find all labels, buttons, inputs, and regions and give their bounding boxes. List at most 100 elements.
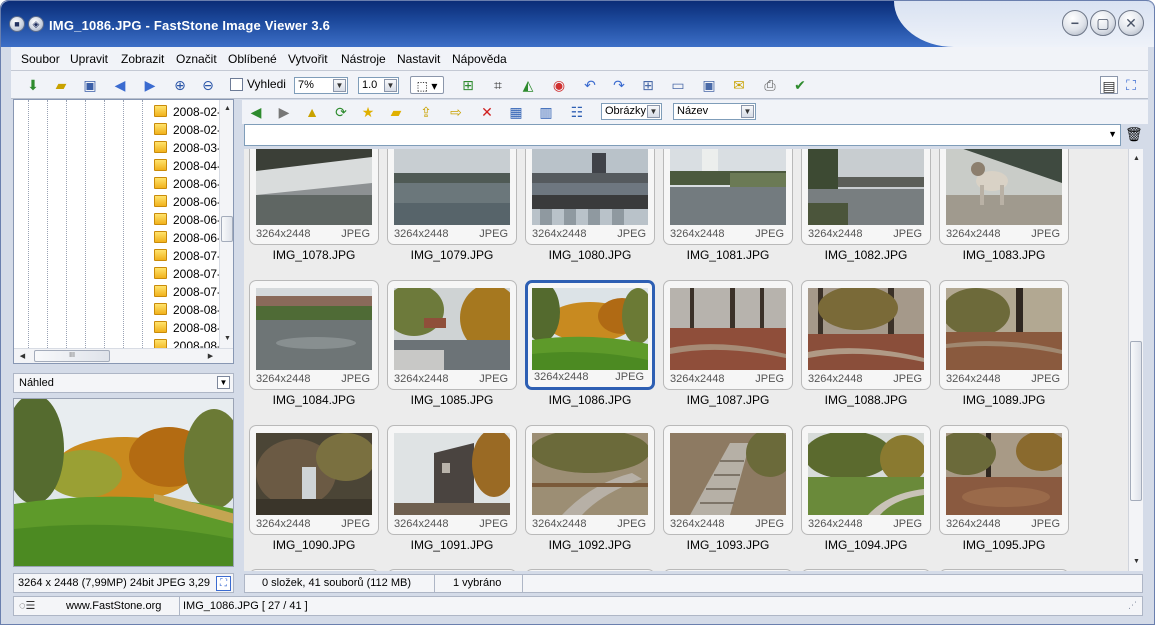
thumbnail-card[interactable]: 3264x2448 JPEG xyxy=(663,149,793,245)
thumbnail-item[interactable]: 3264x2448 JPEG IMG_1079.JPG xyxy=(387,149,517,280)
thumbnail-image[interactable] xyxy=(808,288,924,370)
new-folder-icon[interactable]: ▰ xyxy=(387,103,405,121)
scroll-right-icon[interactable]: ▶ xyxy=(204,350,217,363)
thumbnail-item[interactable]: 3264x2448 JPEG IMG_1091.JPG xyxy=(387,425,517,570)
minimize-button[interactable]: − xyxy=(1062,10,1088,36)
thumbnail-image[interactable] xyxy=(256,149,372,225)
sort-combo[interactable]: Název ▼ xyxy=(673,103,756,120)
back-icon[interactable]: ◀ xyxy=(247,103,265,121)
thumbnail-card[interactable]: 3264x2448 JPEG xyxy=(939,280,1069,390)
next-icon[interactable]: ▶ xyxy=(141,76,159,94)
details-view-icon[interactable]: ☷ xyxy=(568,103,586,121)
thumbnail-item-partial[interactable] xyxy=(939,569,1069,571)
path-input[interactable]: ▼ xyxy=(244,124,1121,146)
menu-zobrazit[interactable]: Zobrazit xyxy=(121,52,164,66)
thumbnail-image[interactable] xyxy=(808,433,924,515)
thumbnail-item-partial[interactable] xyxy=(525,569,655,571)
scroll-thumb[interactable]: III xyxy=(34,350,110,362)
thumbnail-card[interactable]: 3264x2448 JPEG xyxy=(663,280,793,390)
thumbnail-item-partial[interactable] xyxy=(663,569,793,571)
rotate-right-icon[interactable]: ↷ xyxy=(610,76,628,94)
menu-nastavit[interactable]: Nastavit xyxy=(397,52,440,66)
settings-check-icon[interactable]: ✔ xyxy=(791,76,809,94)
thumbnail-scrollbar[interactable]: ▲ ▼ xyxy=(1128,149,1143,571)
maximize-button[interactable]: ▢ xyxy=(1090,10,1116,36)
menu-soubor[interactable]: Soubor xyxy=(21,52,60,66)
system-menu-icon[interactable]: ■ xyxy=(9,16,25,32)
thumbnail-view-icon[interactable]: ▦ xyxy=(507,103,525,121)
tree-vertical-scrollbar[interactable]: ▲ ▼ xyxy=(219,100,233,348)
open-icon[interactable]: ⬇ xyxy=(24,76,42,94)
thumbnail-item-partial[interactable] xyxy=(387,569,517,571)
tree-horizontal-scrollbar[interactable]: ◀ III ▶ xyxy=(14,348,233,363)
full-view-icon[interactable]: ⛶ xyxy=(1122,76,1140,94)
email-icon[interactable]: ✉ xyxy=(730,76,748,94)
thumbnail-item[interactable]: 3264x2448 JPEG IMG_1093.JPG xyxy=(663,425,793,570)
compare-icon[interactable]: ⊞ xyxy=(639,76,657,94)
chevron-down-icon[interactable]: ▼ xyxy=(647,105,660,118)
thumbnail-item[interactable]: 3264x2448 JPEG IMG_1087.JPG xyxy=(663,280,793,425)
thumbnail-card[interactable]: 3264x2448 JPEG xyxy=(939,149,1069,245)
thumbnail-item[interactable]: 3264x2448 JPEG IMG_1094.JPG xyxy=(801,425,931,570)
thumbnail-item[interactable]: 3264x2448 JPEG IMG_1080.JPG xyxy=(525,149,655,280)
menu-upravit[interactable]: Upravit xyxy=(70,52,108,66)
thumbnail-image[interactable] xyxy=(946,288,1062,370)
thumbnail-card[interactable]: 3264x2448 JPEG xyxy=(939,425,1069,535)
scroll-thumb[interactable] xyxy=(1130,341,1142,501)
app-icon[interactable]: ◈ xyxy=(28,16,44,32)
thumbnail-image[interactable] xyxy=(394,433,510,515)
thumbnail-image[interactable] xyxy=(946,149,1062,225)
thumbnail-item[interactable]: 3264x2448 JPEG IMG_1089.JPG xyxy=(939,280,1069,425)
thumbnail-image[interactable] xyxy=(532,149,648,225)
thumbnail-card[interactable]: 3264x2448 JPEG xyxy=(525,425,655,535)
scroll-thumb[interactable] xyxy=(221,216,233,242)
copy-to-icon[interactable]: ⇪ xyxy=(417,103,435,121)
menu-napoveda[interactable]: Nápověda xyxy=(452,52,507,66)
chevron-down-icon[interactable]: ▼ xyxy=(384,79,397,92)
red-eye-icon[interactable]: ◉ xyxy=(550,76,568,94)
slideshow-icon[interactable]: ▣ xyxy=(700,76,718,94)
selection-tool-icon[interactable]: ⬚ ▾ xyxy=(410,76,444,94)
thumbnail-image[interactable] xyxy=(256,433,372,515)
menu-oznacit[interactable]: Označit xyxy=(176,52,217,66)
thumbnail-image[interactable] xyxy=(670,149,786,225)
thumbnail-card[interactable]: 3264x2448 JPEG xyxy=(525,149,655,245)
thumbnail-item[interactable]: 3264x2448 JPEG IMG_1081.JPG xyxy=(663,149,793,280)
thumbnail-card[interactable]: 3264x2448 JPEG xyxy=(663,425,793,535)
thumbnail-card[interactable]: 3264x2448 JPEG xyxy=(525,280,655,390)
thumbnail-item[interactable]: 3264x2448 JPEG IMG_1084.JPG xyxy=(249,280,379,425)
move-to-icon[interactable]: ⇨ xyxy=(447,103,465,121)
crop-icon[interactable]: ⌗ xyxy=(489,76,507,94)
scroll-up-icon[interactable]: ▲ xyxy=(1130,152,1143,165)
thumbnail-item[interactable]: 3264x2448 JPEG IMG_1078.JPG xyxy=(249,149,379,280)
thumbnail-image[interactable] xyxy=(946,433,1062,515)
scroll-left-icon[interactable]: ◀ xyxy=(16,350,29,363)
thumbnail-image[interactable] xyxy=(532,433,648,515)
print-icon[interactable]: ⎙ xyxy=(761,76,779,94)
thumbnail-card[interactable]: 3264x2448 JPEG xyxy=(249,149,379,245)
forward-icon[interactable]: ▶ xyxy=(275,103,293,121)
website-link[interactable]: www.FastStone.org xyxy=(66,600,161,612)
thumbnail-card[interactable]: 3264x2448 JPEG xyxy=(249,280,379,390)
thumbnail-image[interactable] xyxy=(670,288,786,370)
thumbnail-image[interactable] xyxy=(256,288,372,370)
zoom-out-icon[interactable]: ⊖ xyxy=(199,76,217,94)
thumbnail-item[interactable]: 3264x2448 JPEG IMG_1092.JPG xyxy=(525,425,655,570)
thumbnail-item[interactable]: 3264x2448 JPEG IMG_1083.JPG xyxy=(939,149,1069,280)
filter-combo[interactable]: Obrázky ▼ xyxy=(601,103,662,120)
folder-up-icon[interactable]: ▲ xyxy=(303,103,321,121)
list-view-icon[interactable]: ▥ xyxy=(537,103,555,121)
thumbnail-item[interactable]: 3264x2448 JPEG IMG_1086.JPG xyxy=(525,280,655,425)
refresh-icon[interactable]: ⟳ xyxy=(332,103,350,121)
zoom-in-icon[interactable]: ⊕ xyxy=(171,76,189,94)
thumbnail-item[interactable]: 3264x2448 JPEG IMG_1082.JPG xyxy=(801,149,931,280)
thumbnail-item[interactable]: 3264x2448 JPEG IMG_1088.JPG xyxy=(801,280,931,425)
fit-preview-icon[interactable]: ⛶ xyxy=(216,576,231,591)
thumbnail-item[interactable]: 3264x2448 JPEG IMG_1090.JPG xyxy=(249,425,379,570)
thumbnail-image[interactable] xyxy=(808,149,924,225)
resize-icon[interactable]: ⊞ xyxy=(459,76,477,94)
thumbnail-image[interactable] xyxy=(532,288,648,370)
thumbnail-item[interactable]: 3264x2448 JPEG IMG_1085.JPG xyxy=(387,280,517,425)
save-icon[interactable]: ▣ xyxy=(81,76,99,94)
thumbnail-image[interactable] xyxy=(670,433,786,515)
